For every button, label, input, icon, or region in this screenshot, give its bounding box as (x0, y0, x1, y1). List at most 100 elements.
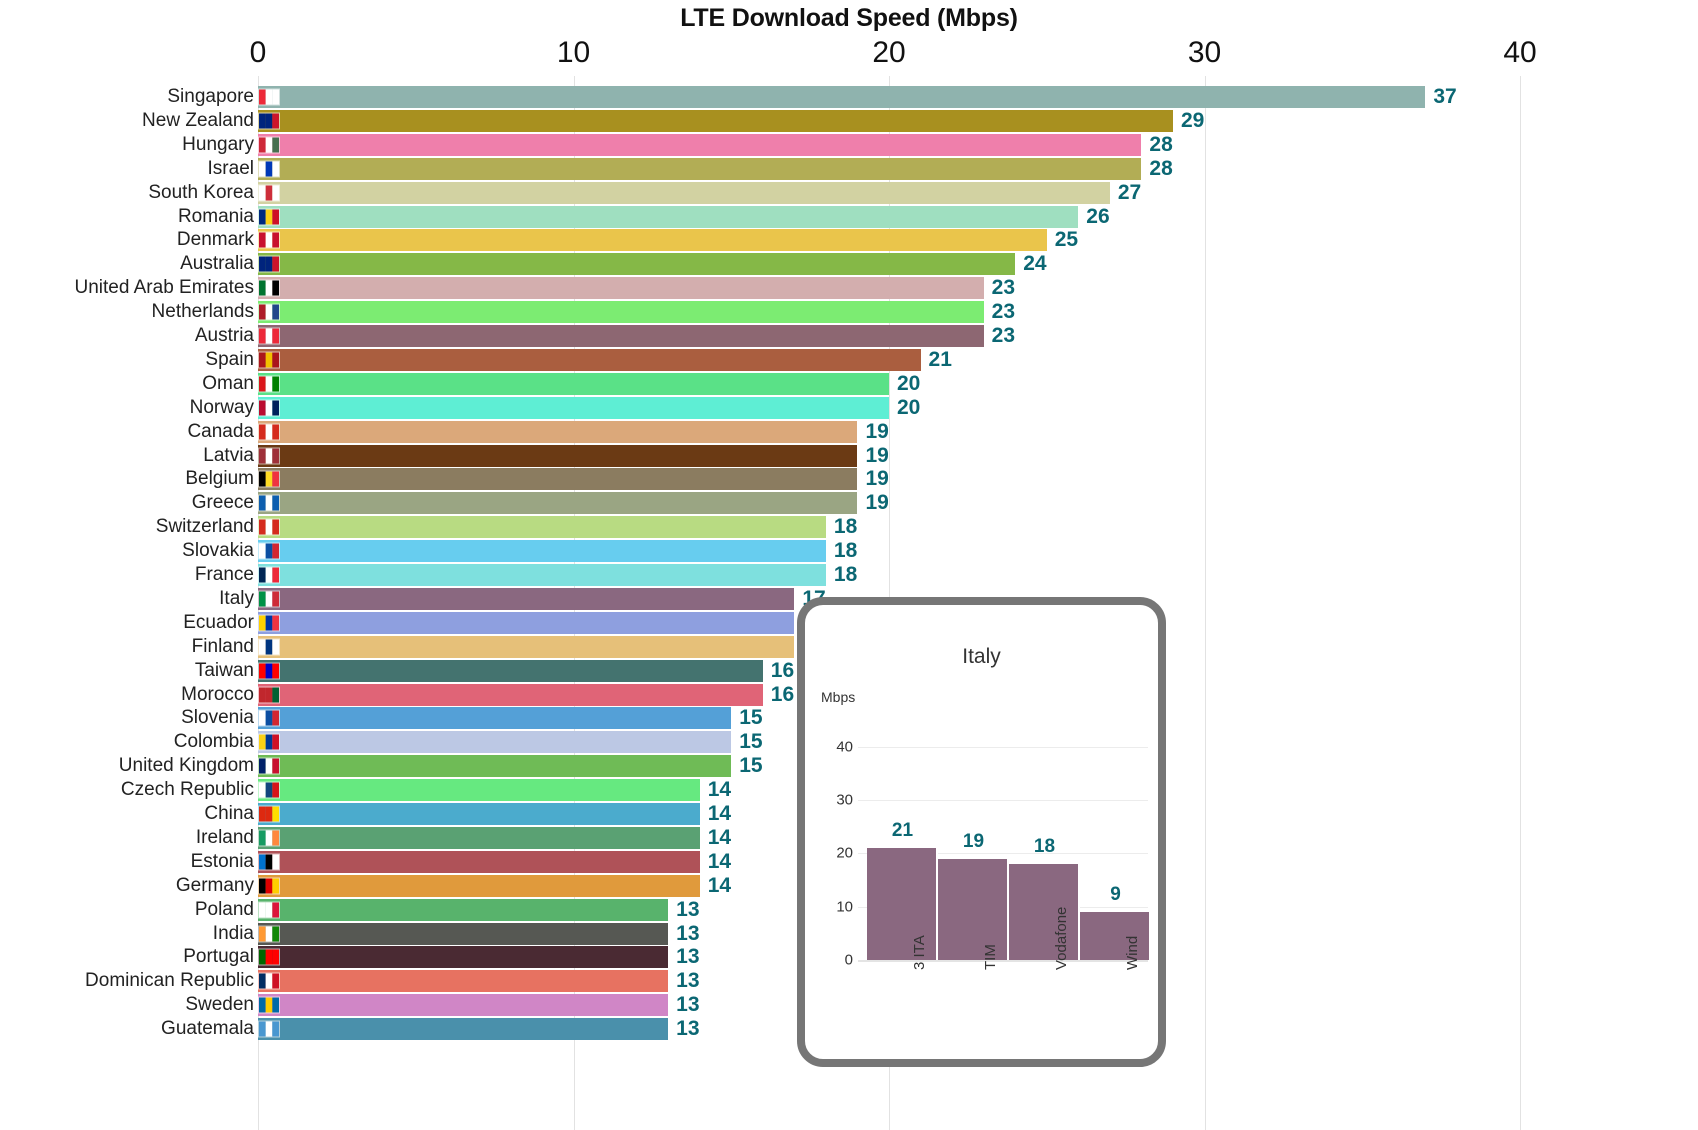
country-flag-icon (258, 423, 280, 441)
x-tick-label: 10 (556, 36, 591, 69)
bar[interactable] (258, 659, 763, 682)
country-flag-icon (258, 972, 280, 990)
bar-value-label: 14 (707, 802, 732, 825)
bar-row[interactable]: Singapore 37 (0, 85, 1698, 109)
bar-row[interactable]: Hungary 28 (0, 133, 1698, 157)
bar-row[interactable]: Denmark 25 (0, 228, 1698, 252)
bar-row[interactable]: Norway 20 (0, 396, 1698, 420)
bar-row[interactable]: Switzerland 18 (0, 515, 1698, 539)
bar-row[interactable]: New Zealand 29 (0, 109, 1698, 133)
country-label: Canada (187, 420, 254, 442)
inset-y-tick-label: 30 (836, 791, 853, 809)
bar-value-label: 14 (707, 849, 732, 873)
bar-row[interactable]: Australia 24 (0, 252, 1698, 276)
country-flag-icon (258, 327, 280, 345)
country-flag-icon (258, 805, 280, 823)
bar[interactable] (258, 372, 889, 395)
bar-value-label: 18 (833, 539, 858, 563)
country-label: Netherlands (151, 301, 254, 323)
country-flag-icon (258, 901, 280, 919)
bar[interactable] (258, 564, 826, 586)
bar[interactable] (258, 420, 858, 443)
country-label: New Zealand (142, 109, 254, 131)
bar-value-label: 15 (739, 706, 763, 730)
bar-row[interactable]: Greece 19 (0, 491, 1698, 515)
country-label: Romania (177, 205, 254, 227)
bar[interactable] (258, 396, 889, 419)
country-flag-icon (258, 638, 280, 656)
bar[interactable] (258, 253, 1016, 276)
country-label: Denmark (176, 229, 254, 251)
bar[interactable] (258, 683, 763, 706)
bar-value-label: 27 (1117, 180, 1142, 204)
bar[interactable] (258, 922, 669, 945)
country-flag-icon (258, 470, 280, 488)
bar[interactable] (258, 898, 669, 921)
bar[interactable] (258, 516, 826, 539)
bar-row[interactable]: Oman 20 (0, 372, 1698, 396)
country-flag-icon (258, 925, 280, 942)
bar-row[interactable]: United Arab Emirates 23 (0, 276, 1698, 300)
bar[interactable] (258, 229, 1047, 252)
bar-row[interactable]: Slovakia 18 (0, 539, 1698, 563)
bar[interactable] (258, 181, 1110, 204)
bar[interactable] (258, 611, 795, 634)
bar-row[interactable]: Spain 21 (0, 348, 1698, 372)
country-label: India (212, 922, 254, 944)
bar[interactable] (258, 277, 984, 300)
bar[interactable] (258, 874, 700, 897)
bar[interactable] (258, 133, 1142, 156)
bar-row[interactable]: Belgium 19 (0, 467, 1698, 491)
bar[interactable] (258, 826, 700, 849)
country-flag-icon (258, 709, 280, 727)
bar[interactable] (258, 779, 700, 802)
bar[interactable] (258, 86, 1426, 108)
bar-row[interactable]: France 18 (0, 563, 1698, 587)
bar[interactable] (258, 803, 700, 825)
inset-gridline (858, 746, 1148, 748)
bar[interactable] (258, 468, 858, 491)
country-label: France (194, 564, 254, 585)
bar[interactable] (258, 587, 795, 610)
bar-row[interactable]: Latvia 19 (0, 444, 1698, 468)
bar-value-label: 20 (897, 395, 921, 419)
country-flag-icon (258, 518, 280, 536)
country-flag-icon (258, 208, 280, 225)
bar[interactable] (258, 301, 984, 324)
bar[interactable] (258, 540, 826, 563)
bar-row[interactable]: Netherlands 23 (0, 300, 1698, 324)
inset-unit-label: Mbps (821, 689, 856, 705)
bar[interactable] (258, 348, 921, 371)
bar[interactable] (258, 707, 732, 730)
inset-y-tick-label: 10 (836, 898, 853, 916)
bar-row[interactable]: Israel 28 (0, 157, 1698, 181)
bar[interactable] (258, 850, 700, 873)
inset-category-label: 3 ITA (910, 935, 928, 970)
country-label: Greece (191, 492, 254, 514)
bar-row[interactable]: Austria 23 (0, 324, 1698, 348)
bar-row[interactable]: Canada 19 (0, 420, 1698, 444)
country-label: Spain (205, 348, 254, 370)
bar[interactable] (258, 635, 795, 658)
bar-row[interactable]: Romania 26 (0, 205, 1698, 229)
country-label: Taiwan (194, 659, 254, 681)
bar[interactable] (258, 205, 1079, 228)
bar-value-label: 13 (676, 897, 700, 921)
bar[interactable] (258, 994, 669, 1017)
bar[interactable] (258, 731, 732, 754)
bar-row[interactable]: South Korea 27 (0, 181, 1698, 205)
bar[interactable] (258, 946, 669, 969)
bar[interactable] (258, 492, 858, 515)
bar[interactable] (258, 970, 669, 993)
bar[interactable] (258, 444, 858, 467)
inset-bar-value-label: 19 (962, 830, 985, 852)
inset-category-label: TIM (981, 944, 999, 970)
country-label: Belgium (185, 468, 254, 490)
bar[interactable] (258, 157, 1142, 180)
bar[interactable] (258, 109, 1173, 132)
country-flag-icon (258, 686, 280, 703)
bar[interactable] (258, 755, 732, 778)
bar[interactable] (258, 1018, 669, 1041)
bar[interactable] (258, 325, 984, 347)
country-label: South Korea (148, 181, 254, 203)
